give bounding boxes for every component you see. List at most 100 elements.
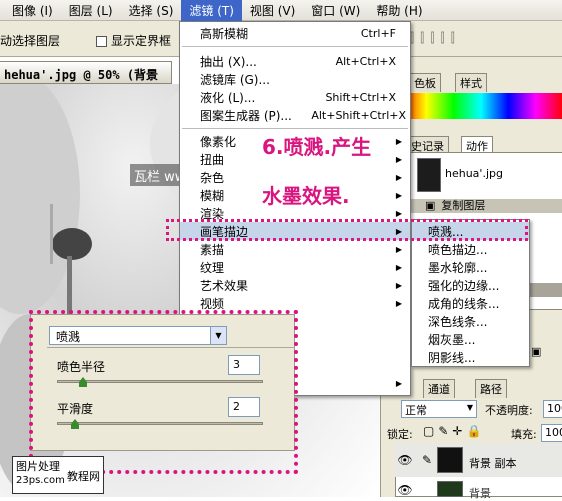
site-logo: 图片处理 23ps.com 教程网 (12, 456, 104, 494)
filter-item-filter-gallery[interactable]: 滤镜库 (G)... (180, 70, 410, 88)
item-label: 视频 (200, 296, 225, 311)
item-label: 液化 (L)... (200, 90, 256, 105)
menu-filter[interactable]: 滤镜 (T) (181, 0, 242, 21)
menu-help[interactable]: 帮助 (H) (368, 0, 430, 21)
tab-channels[interactable]: 通道 (423, 379, 455, 398)
brush-item-ink-outlines[interactable]: 墨水轮廓... (412, 258, 529, 276)
item-label: 喷色描边... (428, 242, 488, 257)
item-label: 墨水轮廓... (428, 260, 488, 275)
highlight-frame-brush-strokes (166, 219, 528, 241)
blend-mode-select[interactable]: 正常 ▼ (401, 400, 477, 418)
item-label: 烟灰墨... (428, 332, 476, 347)
submenu-arrow-icon: ▶ (395, 262, 402, 272)
tab-styles[interactable]: 样式 (455, 73, 487, 92)
submenu-arrow-icon: ▶ (395, 298, 402, 308)
history-file[interactable]: hehua'.jpg (445, 162, 503, 184)
document-tab[interactable]: hehua'.jpg @ 50% (背景 (0, 61, 172, 84)
color-spectrum[interactable] (399, 93, 562, 119)
filter-item-sketch[interactable]: 素描 ▶ (180, 240, 410, 258)
filter-item-gaussian-blur[interactable]: 高斯模糊 Ctrl+F (180, 24, 410, 42)
menu-window[interactable]: 窗口 (W) (303, 0, 368, 21)
logo-text-top: 图片处理 (16, 460, 60, 473)
blend-mode-value: 正常 (405, 404, 427, 417)
layer-thumb (437, 447, 463, 473)
item-label: 像素化 (200, 134, 237, 149)
chevron-down-icon: ▼ (466, 403, 473, 412)
align-icons[interactable]: ⫿⫿⫿⫿⫿ (410, 31, 461, 46)
item-label: 抽出 (X)... (200, 54, 257, 69)
filter-item-pattern-maker[interactable]: 图案生成器 (P)... Alt+Shift+Ctrl+X (180, 106, 410, 124)
submenu-arrow-icon: ▶ (395, 280, 402, 290)
lock-label: 锁定: (387, 428, 413, 441)
item-label: 素描 (200, 242, 225, 257)
eye-icon[interactable]: 👁 (397, 453, 413, 469)
brush-icon[interactable]: ✎ (419, 453, 435, 469)
item-shortcut: Ctrl+F (360, 26, 396, 40)
item-label: 艺术效果 (200, 278, 249, 293)
item-label: 扭曲 (200, 152, 225, 167)
item-shortcut: Shift+Ctrl+X (325, 90, 396, 104)
logo-text-url: 23ps.com (16, 475, 65, 486)
brush-item-sprayed-strokes[interactable]: 喷色描边... (412, 240, 529, 258)
step-icon: ▣ (425, 198, 436, 212)
item-label: 强化的边缘... (428, 278, 500, 293)
menu-select[interactable]: 选择 (S) (121, 0, 182, 21)
filter-item-texture[interactable]: 纹理 ▶ (180, 258, 410, 276)
item-label: 模糊 (200, 188, 225, 203)
item-label: 图案生成器 (P)... (200, 108, 292, 123)
submenu-arrow-icon: ▶ (395, 208, 402, 218)
tab-swatches[interactable]: 色板 (409, 73, 441, 92)
history-step-duplicate[interactable]: ▣ 复制图层 (425, 194, 485, 216)
brush-strokes-submenu: 喷溅... 喷色描边... 墨水轮廓... 强化的边缘... 成角的线条... … (411, 219, 530, 367)
menu-separator (182, 46, 408, 47)
opacity-label: 不透明度: (485, 404, 533, 417)
menu-image[interactable]: 图像 (I) (4, 0, 61, 21)
item-label: 深色线条... (428, 314, 488, 329)
item-label: 成角的线条... (428, 296, 500, 311)
submenu-arrow-icon: ▶ (395, 136, 402, 146)
layer-name-background[interactable]: 背景 (469, 485, 491, 501)
menu-layer[interactable]: 图层 (L) (61, 0, 121, 21)
brush-item-sumi-e[interactable]: 烟灰墨... (412, 330, 529, 348)
annotation-line2: 水墨效果. (262, 184, 350, 208)
menu-separator (182, 128, 408, 129)
filter-item-artistic[interactable]: 艺术效果 ▶ (180, 276, 410, 294)
menu-view[interactable]: 视图 (V) (242, 0, 303, 21)
highlight-frame-dialog (29, 310, 298, 474)
fill-label: 填充: (511, 428, 537, 441)
submenu-arrow-icon: ▶ (395, 378, 402, 388)
item-label: 阴影线... (428, 350, 476, 365)
fill-input[interactable]: 100 (541, 424, 562, 442)
show-bounds-label: 显示定界框 (111, 34, 172, 48)
item-label: 滤镜库 (G)... (200, 72, 270, 87)
item-label: 纹理 (200, 260, 225, 275)
opacity-input[interactable]: 100 (543, 400, 562, 418)
item-label: 高斯模糊 (200, 26, 249, 41)
new-doc-icon[interactable]: ▣ (531, 345, 541, 358)
menu-bar: 图像 (I) 图层 (L) 选择 (S) 滤镜 (T) 视图 (V) 窗口 (W… (0, 0, 562, 21)
submenu-arrow-icon: ▶ (395, 172, 402, 182)
layer-thumb (437, 481, 463, 497)
history-snapshot-thumb (417, 158, 441, 192)
filter-item-extract[interactable]: 抽出 (X)... Alt+Ctrl+X (180, 52, 410, 70)
submenu-arrow-icon: ▶ (395, 190, 402, 200)
annotation-line1: 6.喷溅.产生 (262, 135, 372, 159)
brush-item-accented-edges[interactable]: 强化的边缘... (412, 276, 529, 294)
tab-paths[interactable]: 路径 (475, 379, 507, 398)
history-step-label: 复制图层 (441, 199, 486, 212)
brush-item-crosshatch[interactable]: 阴影线... (412, 348, 529, 366)
item-shortcut: Alt+Shift+Ctrl+X (311, 108, 406, 122)
item-label: 杂色 (200, 170, 225, 185)
lock-icons[interactable]: ▢✎✛🔒 (423, 424, 485, 438)
show-bounds-checkbox[interactable] (96, 36, 107, 47)
item-shortcut: Alt+Ctrl+X (335, 54, 396, 68)
show-bounds-option[interactable]: 显示定界框 (96, 32, 171, 49)
logo-text-side: 教程网 (67, 470, 100, 483)
brush-item-dark-strokes[interactable]: 深色线条... (412, 312, 529, 330)
brush-item-angled-strokes[interactable]: 成角的线条... (412, 294, 529, 312)
auto-select-layer-label: 动选择图层 (0, 34, 61, 48)
submenu-arrow-icon: ▶ (395, 244, 402, 254)
layer-name[interactable]: 背景 副本 (469, 455, 517, 471)
filter-item-liquify[interactable]: 液化 (L)... Shift+Ctrl+X (180, 88, 410, 106)
submenu-arrow-icon: ▶ (395, 154, 402, 164)
